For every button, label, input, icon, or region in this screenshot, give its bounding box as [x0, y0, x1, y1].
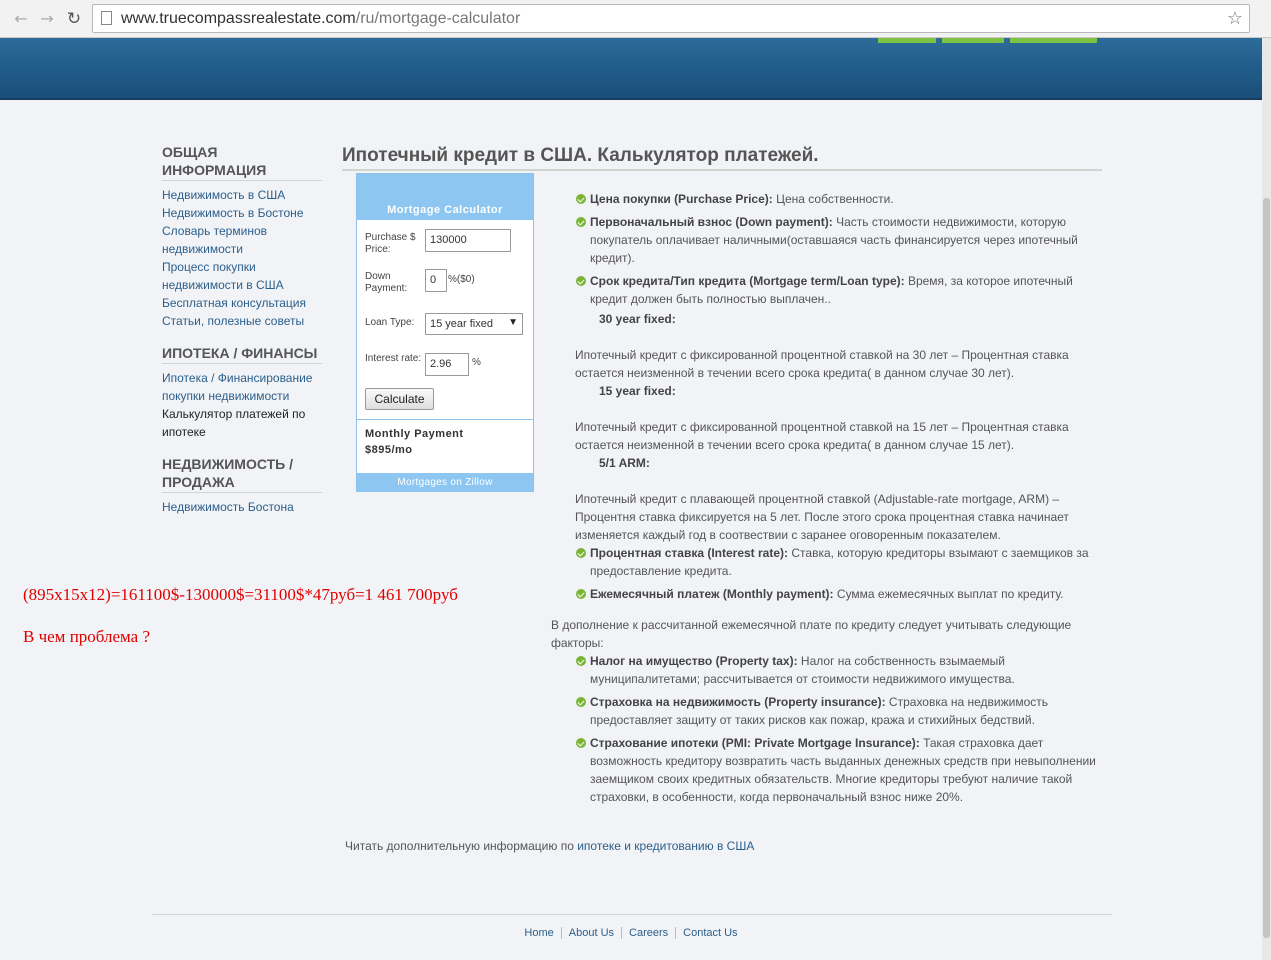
monthly-payment-label: Monthly Payment	[365, 428, 464, 440]
bookmark-star-icon[interactable]: ☆	[1227, 8, 1243, 29]
header-nav-tab[interactable]	[878, 38, 936, 43]
paragraph-15-year: Ипотечный кредит с фиксированной процент…	[575, 420, 1069, 452]
page-icon	[101, 11, 112, 25]
nav-link-boston-realestate[interactable]: Недвижимость в Бостоне	[162, 204, 322, 222]
reload-icon[interactable]: ↻	[63, 8, 85, 30]
nav-heading: НЕДВИЖИМОСТЬ / ПРОДАЖА	[162, 455, 322, 493]
nav-link-mortgage-calculator[interactable]: Калькулятор платежей по ипотеке	[162, 405, 322, 441]
nav-link-mortgage-financing[interactable]: Ипотека / Финансирование покупки недвижи…	[162, 369, 322, 405]
list-item: Страховка на недвижимость (Property insu…	[551, 693, 1096, 729]
paragraph-arm: Ипотечный кредит с плавающей процентной …	[575, 492, 1069, 542]
footer-link-home[interactable]: Home	[517, 927, 560, 939]
nav-group-sales: НЕДВИЖИМОСТЬ / ПРОДАЖА Недвижимость Бост…	[162, 455, 322, 516]
loan-type-select[interactable]: 15 year fixed ▼	[425, 313, 523, 335]
price-label: Purchase $ Price:	[365, 232, 416, 255]
down-payment-suffix: %($0)	[448, 274, 475, 285]
subheading-arm: 5/1 ARM:	[599, 456, 650, 470]
header-nav-tab[interactable]	[1010, 38, 1097, 43]
calc-note: (895x15x12)=161100$-130000$=31100$*47руб…	[23, 585, 458, 604]
down-payment-label: Down Payment:	[365, 271, 408, 294]
list-item: Страхование ипотеки (PMI: Private Mortga…	[551, 734, 1096, 806]
forward-arrow-icon[interactable]: →	[36, 8, 58, 30]
nav-link-boston-properties[interactable]: Недвижимость Бостона	[162, 498, 322, 516]
interest-rate-suffix: %	[472, 357, 481, 368]
interest-rate-label: Interest rate:	[365, 353, 422, 364]
down-payment-input[interactable]: 0	[425, 269, 447, 292]
paragraph-30-year: Ипотечный кредит с фиксированной процент…	[575, 348, 1069, 380]
monthly-payment-value: $895/mo	[365, 444, 413, 456]
list-item: Цена покупки (Purchase Price): Цена собс…	[551, 190, 1096, 208]
nav-link-free-consultation[interactable]: Бесплатная консультация	[162, 294, 322, 312]
nav-link-buying-process[interactable]: Процесс покупки недвижимости в США	[162, 258, 322, 294]
list-item: Ежемесячный платеж (Monthly payment): Су…	[551, 585, 1096, 603]
list-item: Срок кредита/Тип кредита (Mortgage term/…	[551, 272, 1096, 308]
zillow-link[interactable]: Mortgages on Zillow	[357, 473, 533, 492]
scrollbar[interactable]	[1262, 38, 1271, 960]
mortgage-info-link[interactable]: ипотеке и кредитованию в США	[577, 839, 754, 853]
footer-nav: Home About Us Careers Contact Us	[0, 927, 1262, 939]
scrollbar-thumb[interactable]	[1263, 198, 1270, 938]
nav-link-articles[interactable]: Статьи, полезные советы	[162, 312, 322, 330]
nav-link-glossary[interactable]: Словарь терминов недвижимости	[162, 222, 322, 258]
footer-link-contact[interactable]: Contact Us	[675, 927, 745, 939]
list-item: Первоначальный взнос (Down payment): Час…	[551, 213, 1096, 267]
footer-divider	[152, 914, 1112, 915]
nav-heading: ОБЩАЯ ИНФОРМАЦИЯ	[162, 143, 322, 181]
header-nav-tab[interactable]	[942, 38, 1004, 43]
more-info-text: Читать дополнительную информацию по ипот…	[345, 839, 755, 853]
subheading-15-year: 15 year fixed:	[599, 384, 676, 398]
address-bar[interactable]: www.truecompassrealestate.com/ru/mortgag…	[92, 4, 1250, 33]
factors-intro: В дополнение к рассчитанной ежемесячной …	[551, 618, 1072, 650]
footer-link-careers[interactable]: Careers	[621, 927, 676, 939]
footer-link-about[interactable]: About Us	[560, 927, 622, 939]
calculator-divider	[357, 419, 533, 420]
question-note: В чем проблема ?	[23, 627, 151, 646]
interest-rate-input[interactable]: 2.96	[425, 353, 469, 376]
calculate-button[interactable]: Calculate	[365, 388, 434, 410]
mortgage-calculator: Mortgage Calculator Purchase $ Price: 13…	[356, 173, 534, 492]
sidebar-nav: ОБЩАЯ ИНФОРМАЦИЯ Недвижимость в США Недв…	[162, 143, 322, 530]
nav-group-general: ОБЩАЯ ИНФОРМАЦИЯ Недвижимость в США Недв…	[162, 143, 322, 330]
loan-type-label: Loan Type:	[365, 317, 415, 328]
nav-heading: ИПОТЕКА / ФИНАНСЫ	[162, 344, 322, 364]
page-title: Ипотечный кредит в США. Калькулятор плат…	[342, 145, 1102, 171]
url-text: www.truecompassrealestate.com/ru/mortgag…	[121, 10, 521, 27]
list-item: Налог на имущество (Property tax): Налог…	[551, 652, 1096, 688]
dropdown-arrow-icon: ▼	[508, 317, 518, 328]
back-arrow-icon[interactable]: ←	[10, 8, 32, 30]
nav-link-usa-realestate[interactable]: Недвижимость в США	[162, 186, 322, 204]
nav-group-mortgage: ИПОТЕКА / ФИНАНСЫ Ипотека / Финансирован…	[162, 344, 322, 441]
price-input[interactable]: 130000	[425, 229, 511, 252]
browser-toolbar: ← → ↻ www.truecompassrealestate.com/ru/m…	[0, 0, 1271, 38]
site-header	[0, 38, 1262, 100]
list-item: Процентная ставка (Interest rate): Ставк…	[551, 544, 1096, 580]
monthly-payment-result: Monthly Payment $895/mo	[365, 426, 464, 458]
subheading-30-year: 30 year fixed:	[599, 312, 676, 326]
main-content: Цена покупки (Purchase Price): Цена собс…	[551, 190, 1096, 811]
calculator-title: Mortgage Calculator	[357, 174, 533, 220]
